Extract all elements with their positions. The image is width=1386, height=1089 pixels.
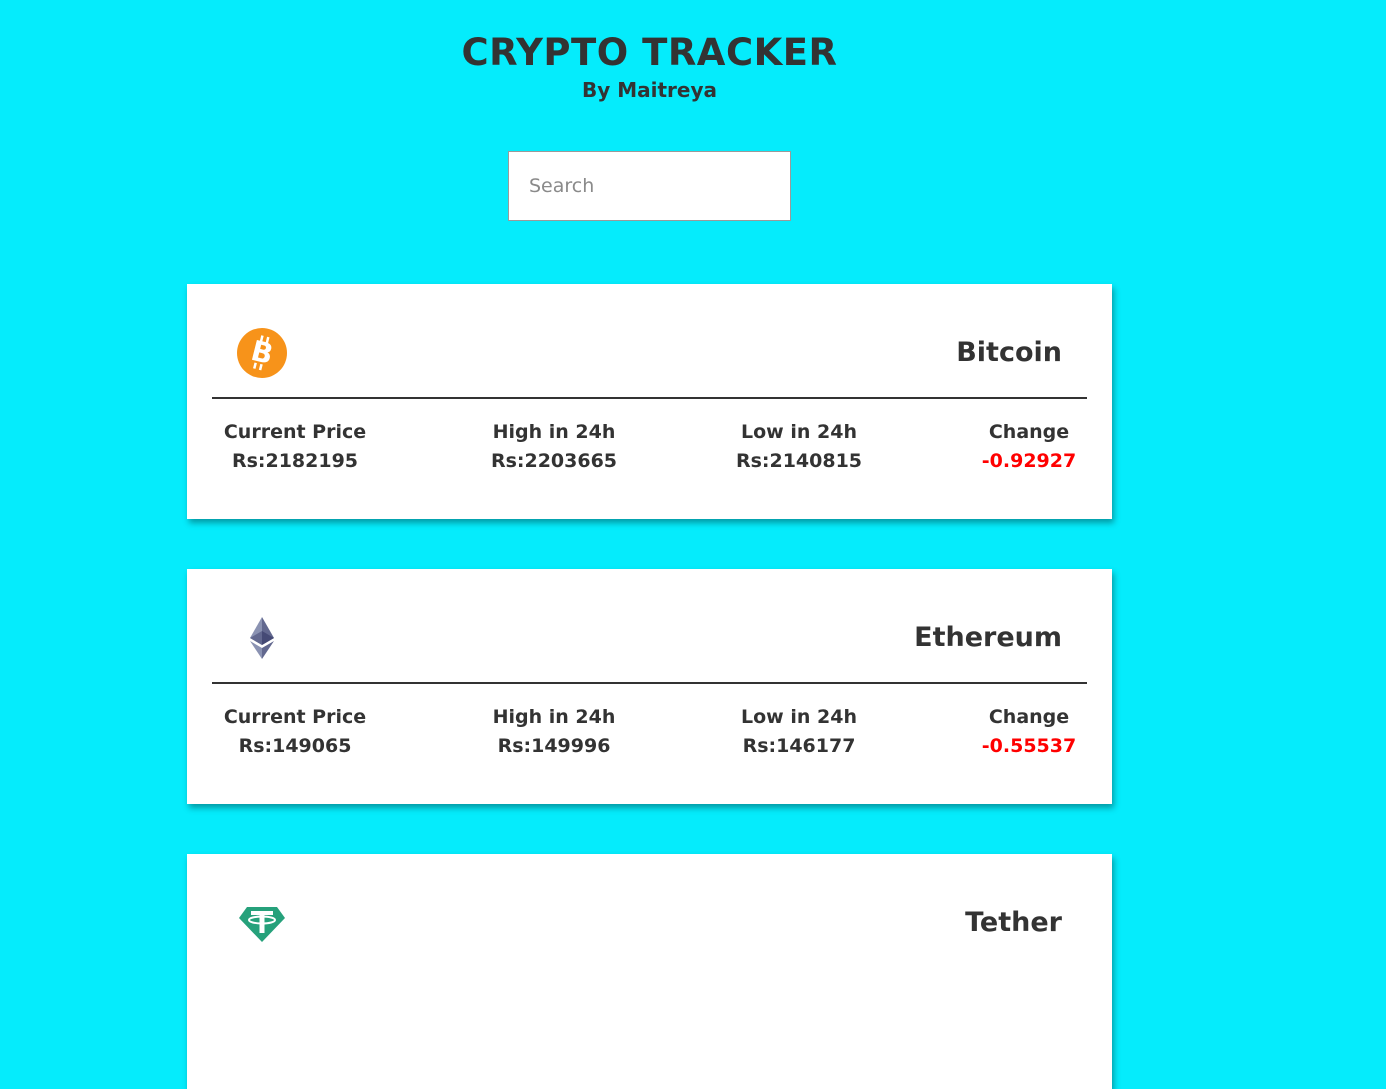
coin-name: Ethereum (914, 622, 1062, 653)
page-title: CRYPTO TRACKER (461, 31, 838, 74)
change: Change -0.92927 (949, 418, 1109, 476)
coin-card-ethereum: Ethereum Current Price Rs:149065 High in… (187, 569, 1112, 804)
current-price: Current Price Rs:149065 (215, 703, 375, 761)
change-label: Change (988, 421, 1070, 443)
coin-card-bitcoin: B Bitcoin Current Price Rs:2182195 High … (187, 284, 1112, 519)
current-price-value: Rs:149065 (238, 735, 352, 757)
page-subtitle: By Maitreya (581, 78, 718, 102)
current-price: Current Price Rs:2182195 (215, 418, 375, 476)
current-price-label: Current Price (223, 706, 367, 728)
search-input[interactable] (508, 151, 791, 221)
low-24h: Low in 24h Rs:2140815 (719, 418, 879, 476)
high-24h-value: Rs:2203665 (490, 450, 618, 472)
divider (212, 397, 1087, 399)
low-24h-label: Low in 24h (741, 706, 857, 728)
bitcoin-logo-icon: B (237, 328, 287, 378)
tether-logo-icon (237, 898, 287, 948)
change-value: -0.92927 (981, 450, 1077, 472)
low-24h-value: Rs:2140815 (735, 450, 863, 472)
ethereum-logo-icon (237, 613, 287, 663)
low-24h-label: Low in 24h (741, 421, 857, 443)
change-label: Change (988, 706, 1070, 728)
high-24h-label: High in 24h (492, 421, 616, 443)
current-price-value: Rs:2182195 (231, 450, 359, 472)
coin-name: Bitcoin (956, 337, 1062, 368)
change-value: -0.55537 (981, 735, 1077, 757)
page-header: CRYPTO TRACKER By Maitreya (0, 30, 1299, 104)
coin-card-tether: Tether (187, 854, 1112, 1089)
low-24h: Low in 24h Rs:146177 (719, 703, 879, 761)
low-24h-value: Rs:146177 (742, 735, 856, 757)
change: Change -0.55537 (949, 703, 1109, 761)
high-24h-value: Rs:149996 (497, 735, 611, 757)
high-24h: High in 24h Rs:2203665 (474, 418, 634, 476)
high-24h: High in 24h Rs:149996 (474, 703, 634, 761)
divider (212, 682, 1087, 684)
coin-name: Tether (965, 907, 1062, 938)
current-price-label: Current Price (223, 421, 367, 443)
high-24h-label: High in 24h (492, 706, 616, 728)
